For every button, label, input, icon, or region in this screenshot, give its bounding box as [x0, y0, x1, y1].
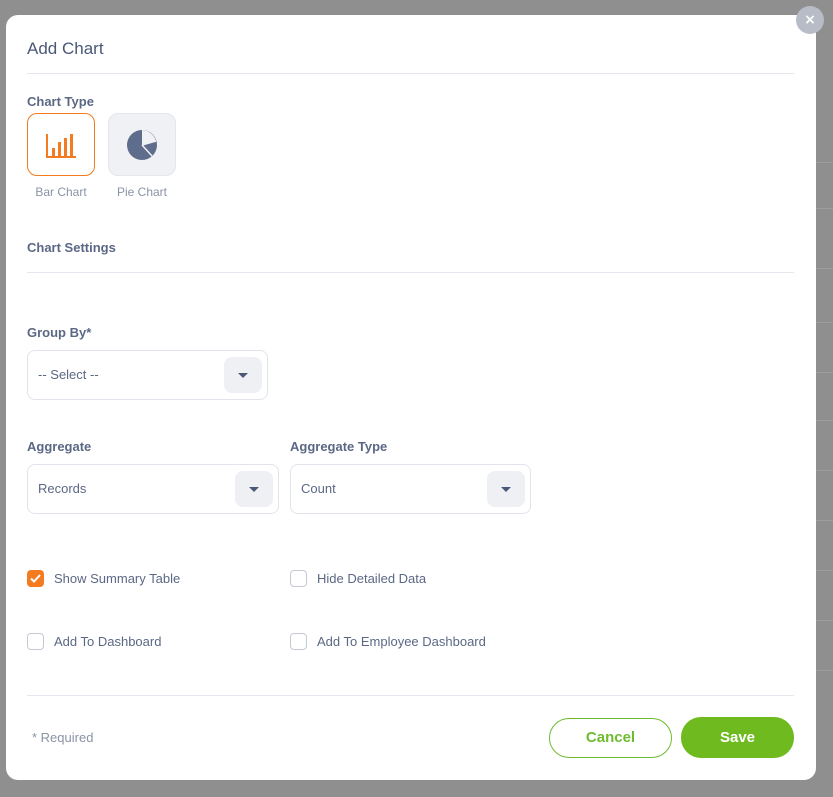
chart-type-label: Chart Type [27, 94, 94, 109]
add-to-employee-dashboard-checkbox[interactable] [290, 633, 307, 650]
aggregate-select[interactable]: Records [27, 464, 279, 514]
save-button[interactable]: Save [681, 717, 794, 758]
chevron-down-icon[interactable] [224, 357, 262, 393]
hide-detailed-data-checkbox[interactable] [290, 570, 307, 587]
add-chart-dialog: Add Chart Chart Type Bar Chart Pie Chart… [6, 15, 816, 780]
group-by-label: Group By* [27, 325, 92, 340]
bar-chart-caption: Bar Chart [35, 185, 87, 199]
group-by-value: -- Select -- [38, 367, 99, 382]
add-to-employee-dashboard-label[interactable]: Add To Employee Dashboard [317, 634, 486, 649]
cancel-button[interactable]: Cancel [549, 718, 672, 758]
checkmark-icon [30, 574, 41, 583]
divider [27, 695, 794, 696]
aggregate-type-select[interactable]: Count [290, 464, 531, 514]
pie-chart-icon [127, 129, 157, 160]
pie-chart-option[interactable] [108, 113, 176, 176]
chevron-down-icon[interactable] [487, 471, 525, 507]
aggregate-type-value: Count [301, 481, 336, 496]
divider [27, 73, 794, 74]
chart-settings-label: Chart Settings [27, 240, 116, 255]
hide-detailed-data-label[interactable]: Hide Detailed Data [317, 571, 426, 586]
divider [27, 272, 794, 273]
chevron-down-icon[interactable] [235, 471, 273, 507]
pie-chart-caption: Pie Chart [116, 185, 168, 199]
add-to-dashboard-label[interactable]: Add To Dashboard [54, 634, 161, 649]
show-summary-table-checkbox[interactable] [27, 570, 44, 587]
bar-chart-option[interactable] [27, 113, 95, 176]
bar-chart-icon [46, 133, 76, 158]
dialog-title: Add Chart [27, 39, 104, 58]
aggregate-label: Aggregate [27, 439, 92, 454]
show-summary-table-label[interactable]: Show Summary Table [54, 571, 180, 586]
add-to-dashboard-checkbox[interactable] [27, 633, 44, 650]
required-note: * Required [32, 730, 94, 745]
aggregate-value: Records [38, 481, 87, 496]
close-icon[interactable]: × [796, 6, 824, 34]
group-by-select[interactable]: -- Select -- [27, 350, 268, 400]
aggregate-type-label: Aggregate Type [290, 439, 388, 454]
